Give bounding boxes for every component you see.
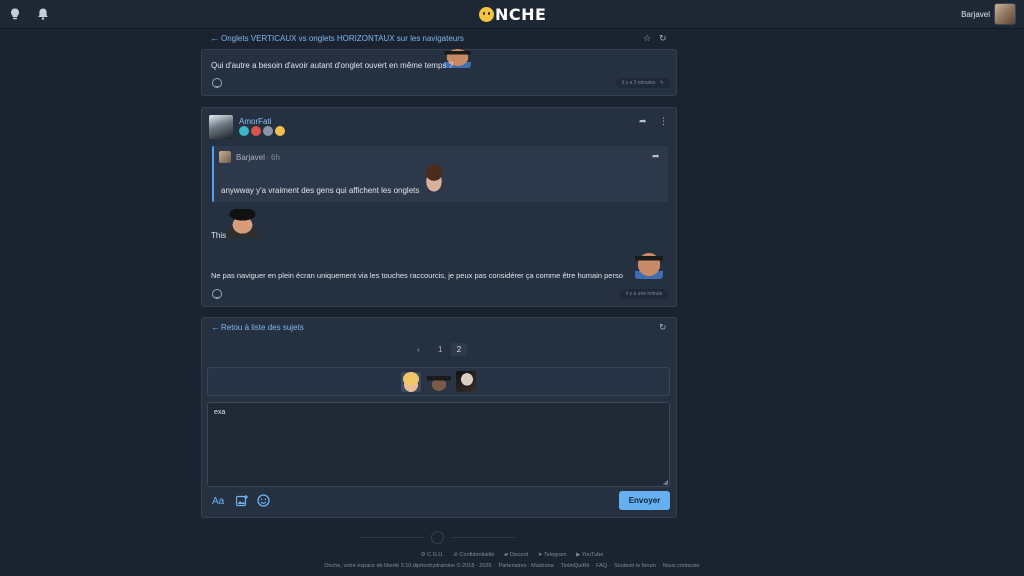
sticker-image <box>635 250 663 279</box>
online-user-avatar[interactable] <box>456 371 476 392</box>
add-reaction-icon[interactable] <box>212 289 222 299</box>
favorite-star-icon[interactable]: ☆ <box>643 33 651 44</box>
badge-icon <box>239 126 249 136</box>
post-card <box>201 49 677 96</box>
online-user-avatar[interactable] <box>427 371 451 392</box>
privacy-link[interactable]: ⊘ Confidentialité <box>453 552 494 558</box>
badge-icon <box>275 126 285 136</box>
support-link[interactable]: Soutenir le forum <box>614 563 656 569</box>
logo-text: NCHE <box>495 5 547 24</box>
cgu-link[interactable]: ⚙ C.G.U. <box>421 552 444 558</box>
add-reaction-icon[interactable] <box>212 78 222 88</box>
quote-text: anywway y'a vraiment des gens qui affich… <box>221 186 420 195</box>
text-format-button[interactable]: Aa <box>212 496 224 507</box>
sticker-image <box>421 164 447 193</box>
topic-title-bar: ← Onglets VERTICAUX vs onglets HORIZONTA… <box>209 33 669 45</box>
share-icon[interactable]: ➦ <box>652 152 660 161</box>
partner-link[interactable]: TintinQuiRit <box>561 563 590 569</box>
resize-handle-icon[interactable]: ◢ <box>663 478 668 486</box>
post-text: Qui d'autre a besoin d'avoir autant d'on… <box>211 61 454 70</box>
logo-face-icon <box>479 7 494 22</box>
contact-link[interactable]: Nous contacter <box>663 563 700 569</box>
emoji-picker-icon[interactable] <box>257 494 270 507</box>
footer-divider <box>361 537 424 538</box>
site-logo[interactable]: NCHE <box>479 5 546 24</box>
partners-link[interactable]: Partenaires : Madzona <box>498 563 553 569</box>
edit-pencil-icon: ✎ <box>659 80 664 86</box>
footer-divider <box>452 537 515 538</box>
current-page[interactable]: 2 <box>451 343 467 356</box>
page-link[interactable]: 1 <box>438 345 442 354</box>
author-name[interactable]: AmorFati <box>239 117 271 126</box>
online-user-avatar[interactable] <box>401 372 421 392</box>
footer-copyright: Onche, votre espace de liberté 3.10.diph… <box>324 563 492 569</box>
faq-link[interactable]: FAQ <box>596 563 607 569</box>
username[interactable]: Barjavel <box>961 10 990 19</box>
author-avatar[interactable] <box>209 115 233 139</box>
back-to-topics-link[interactable]: Retou à liste des sujets <box>221 323 304 332</box>
post-text-line: This <box>211 231 227 240</box>
discord-link[interactable]: ▰ Discord <box>504 552 528 558</box>
footer-links: ⚙ C.G.U. ⊘ Confidentialité ▰ Discord ➤ T… <box>0 552 1024 558</box>
footer-credits: Onche, votre espace de liberté 3.10.diph… <box>324 563 700 569</box>
previous-page-button[interactable]: ‹ <box>417 345 420 354</box>
back-arrow-icon[interactable]: ← <box>210 33 219 43</box>
badge-icon <box>251 126 261 136</box>
topic-title[interactable]: Onglets VERTICAUX vs onglets HORIZONTAUX… <box>221 34 464 43</box>
badge-icon <box>263 126 273 136</box>
message-textarea[interactable]: exa ◢ <box>207 402 670 487</box>
back-arrow-icon[interactable]: ← <box>211 322 220 332</box>
top-bar: NCHE Barjavel <box>0 0 1024 29</box>
lightbulb-icon[interactable] <box>8 7 22 21</box>
insert-image-icon[interactable] <box>236 495 248 507</box>
telegram-link[interactable]: ➤ Telegram <box>538 552 567 558</box>
more-options-icon[interactable]: ⋮ <box>659 117 668 126</box>
post-time: il y a 3 minutes ✎ <box>616 78 670 88</box>
post-time: il y a une minute <box>620 289 669 299</box>
sticker-image <box>226 209 259 238</box>
refresh-icon[interactable]: ↻ <box>659 33 667 44</box>
bell-icon[interactable] <box>36 7 50 21</box>
post-text-line: Ne pas naviguer en plein écran uniquemen… <box>211 271 623 280</box>
youtube-link[interactable]: ▶ YouTube <box>576 552 603 558</box>
share-icon[interactable]: ➦ <box>639 117 647 126</box>
footer-logo-icon <box>431 531 444 544</box>
author-badges <box>239 126 285 136</box>
refresh-icon[interactable]: ↻ <box>659 322 667 333</box>
quote-author[interactable]: Barjavel <box>236 153 265 162</box>
send-button[interactable]: Envoyer <box>619 491 670 510</box>
message-text: exa <box>214 409 226 416</box>
quote-separator: · <box>266 153 269 162</box>
user-avatar[interactable] <box>994 3 1016 25</box>
quote-author-avatar <box>219 151 231 163</box>
quote-time: 6h <box>271 153 280 162</box>
